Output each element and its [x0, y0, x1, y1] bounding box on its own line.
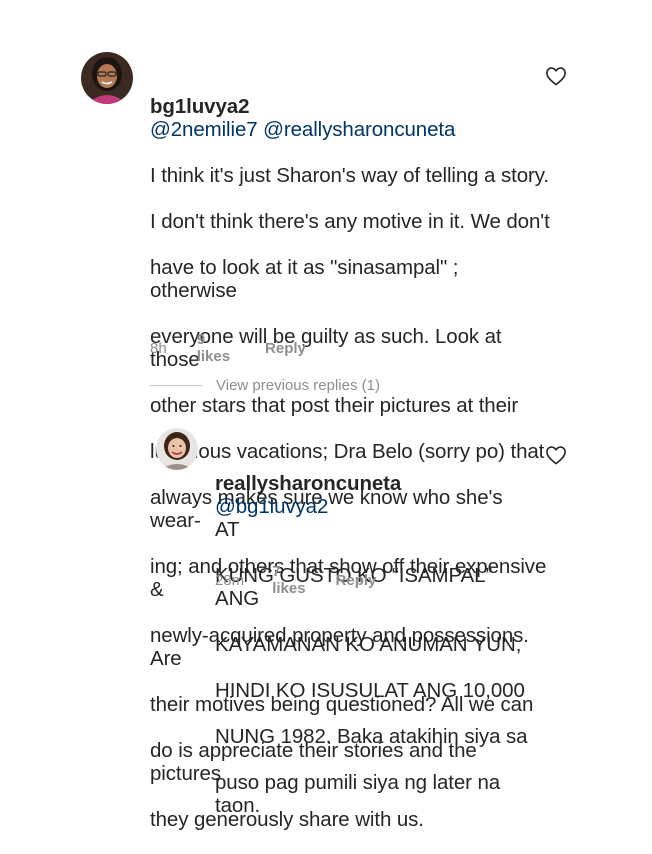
user-avatar-icon [81, 52, 133, 104]
divider-line [150, 385, 202, 386]
avatar[interactable] [81, 52, 133, 104]
heart-icon[interactable] [545, 66, 567, 86]
reply-line: HINDI KO ISUSULAT ANG 10,000 [215, 679, 525, 702]
username[interactable]: reallysharoncuneta [215, 472, 401, 495]
reply-body: reallysharoncuneta @bg1luvya2 AT KUNG GU… [215, 426, 535, 840]
comment-line: I think it's just Sharon's way of tellin… [150, 164, 549, 187]
username[interactable]: bg1luvya2 [150, 95, 249, 118]
mention-link[interactable]: @bg1luvya2 [215, 495, 328, 518]
comment-line: I don't think there's any motive in it. … [150, 210, 550, 233]
reply-line: NUNG 1982. Baka atakihin siya sa [215, 725, 528, 748]
reply-meta: 28m 7 likes Reply [215, 563, 376, 597]
reply-line: puso pag pumili siya ng later na taon. [215, 771, 501, 817]
view-previous-replies[interactable]: View previous replies (1) [150, 377, 380, 394]
heart-icon[interactable] [545, 445, 567, 465]
view-previous-replies-label[interactable]: View previous replies (1) [216, 377, 380, 394]
mention-links[interactable]: @2nemilie7 @reallysharoncuneta [150, 118, 455, 141]
reply-first-line-text: AT [215, 518, 240, 541]
avatar[interactable] [156, 428, 198, 470]
likes-count[interactable]: 9 likes [197, 331, 230, 365]
reply-button[interactable]: Reply [336, 572, 377, 589]
timestamp[interactable]: 28m [215, 572, 244, 589]
comment-meta: 8h 9 likes Reply [150, 331, 306, 365]
comment-line: have to look at it as "sinasampal" ; oth… [150, 256, 459, 302]
likes-count[interactable]: 7 likes [272, 563, 305, 597]
reply-header-line: reallysharoncuneta @bg1luvya2 AT [215, 449, 535, 541]
comment-header-line: bg1luvya2 @2nemilie7 @reallysharoncuneta [150, 72, 550, 141]
comment-line: other stars that post their pictures at … [150, 394, 519, 417]
reply-line: KAYAMANAN KO ANUMAN YUN, [215, 633, 522, 656]
timestamp[interactable]: 8h [150, 340, 167, 357]
reply-button[interactable]: Reply [265, 340, 306, 357]
user-avatar-icon [156, 428, 198, 470]
